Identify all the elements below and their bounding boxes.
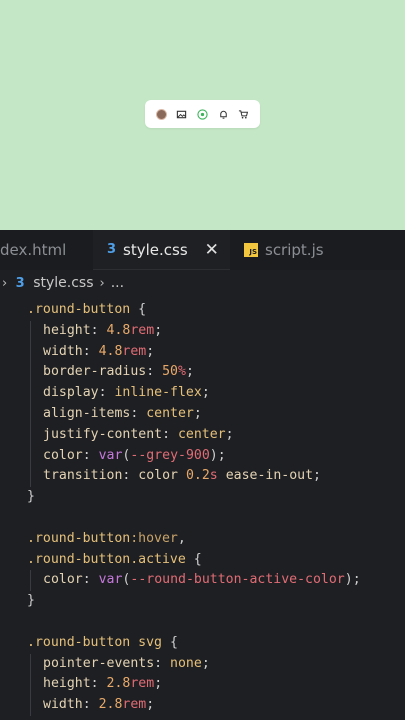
editor-tab-bar: dex.html 3 style.css ✕ JS script.js — [0, 230, 405, 270]
code-line: .round-button { — [27, 302, 147, 317]
breadcrumb: › 3 style.css › ... — [0, 270, 405, 296]
js-icon: JS — [244, 243, 258, 257]
code-line: align-items: center; — [0, 403, 405, 425]
css3-icon: 3 — [15, 275, 25, 291]
preview-area — [0, 0, 405, 230]
cart-icon — [239, 109, 249, 119]
code-line: width: 2.8rem; — [0, 695, 405, 716]
cart-button[interactable] — [236, 106, 252, 122]
image-button[interactable] — [174, 106, 190, 122]
round-button-toolbar — [145, 100, 260, 128]
avatar-button[interactable] — [153, 106, 169, 122]
code-line: color: var(--grey-900); — [0, 445, 405, 467]
tab-label: style.css — [123, 240, 188, 259]
code-line: display: inline-flex; — [0, 383, 405, 404]
css3-icon: 3 — [107, 242, 117, 257]
code-line: .round-button.active { — [27, 551, 202, 567]
code-editor[interactable]: .round-button { height: 4.8rem; width: 4… — [0, 300, 405, 716]
code-line: transition: color 0.2s ease-in-out; — [0, 466, 405, 488]
code-line: height: 4.8rem; — [0, 320, 405, 342]
breadcrumb-more[interactable]: ... — [111, 275, 124, 291]
image-icon — [177, 110, 187, 118]
tab-style-css[interactable]: 3 style.css ✕ — [93, 230, 230, 270]
tab-index-html[interactable]: dex.html — [0, 230, 93, 270]
code-line: border-radius: 50%; — [0, 362, 405, 384]
code-line: height: 2.8rem; — [0, 674, 405, 696]
compass-icon — [197, 108, 208, 120]
avatar — [155, 108, 167, 120]
code-line: pointer-events: none; — [0, 653, 405, 675]
explore-button[interactable] — [194, 106, 210, 122]
breadcrumb-file[interactable]: style.css — [33, 275, 93, 291]
code-line: justify-content: center; — [0, 424, 405, 446]
tab-label: script.js — [265, 241, 324, 259]
code-line: width: 4.8rem; — [0, 341, 405, 363]
chevron-right-icon: › — [2, 275, 8, 291]
code-line: .round-button:hover, — [27, 530, 186, 546]
notifications-button[interactable] — [215, 106, 231, 122]
code-line: } — [27, 593, 35, 609]
code-line: color: var(--round-button-active-color); — [0, 570, 405, 592]
bell-icon — [219, 110, 227, 119]
tab-script-js[interactable]: JS script.js — [230, 230, 338, 270]
tab-label: dex.html — [0, 241, 67, 259]
code-line: .round-button svg { — [27, 634, 178, 650]
code-line: } — [27, 489, 35, 505]
chevron-right-icon: › — [99, 275, 105, 291]
close-icon[interactable]: ✕ — [205, 240, 219, 260]
